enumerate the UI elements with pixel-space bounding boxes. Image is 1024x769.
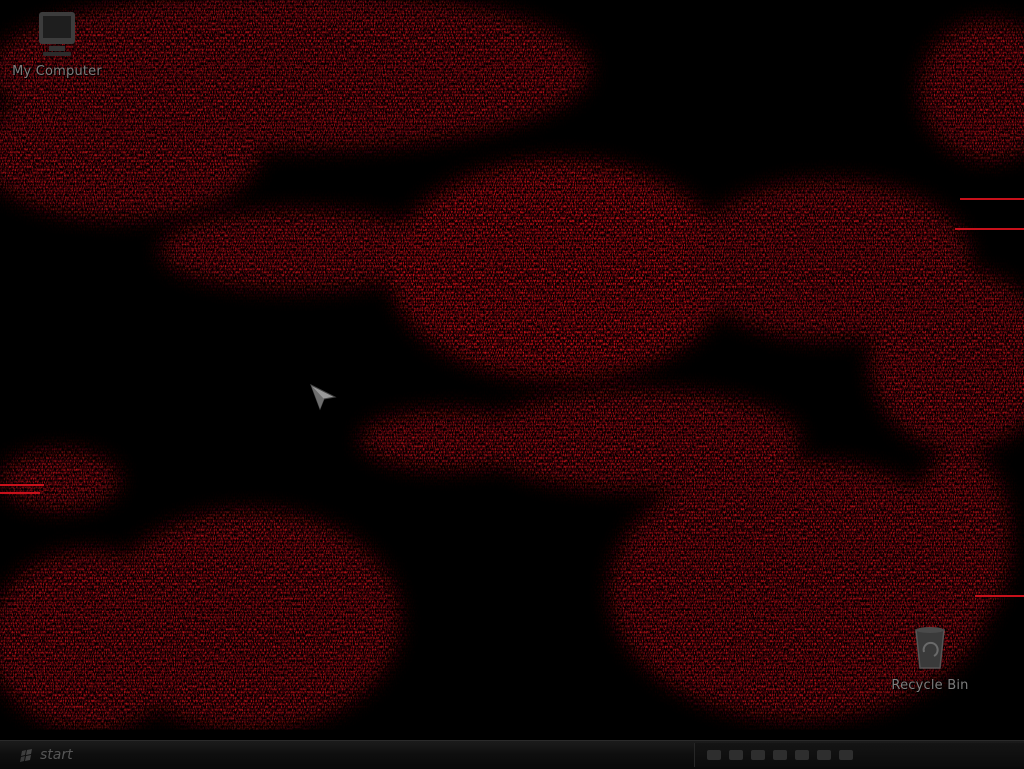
system-tray: [694, 743, 1024, 767]
tray-app-icon-4[interactable]: [773, 750, 787, 760]
tray-app-icon-3[interactable]: [751, 750, 765, 760]
recycle-bin-icon: [915, 627, 945, 669]
tray-app-icon-1[interactable]: [707, 750, 721, 760]
desktop-icon-recycle-bin[interactable]: Recycle Bin: [875, 622, 985, 693]
tray-app-icon-7[interactable]: [839, 750, 853, 760]
arrow-cursor-icon: [310, 383, 337, 411]
desktop-wallpaper: [0, 0, 1024, 740]
computer-icon: [39, 12, 75, 56]
start-button[interactable]: start: [6, 744, 86, 766]
tray-app-icon-5[interactable]: [795, 750, 809, 760]
windows-logo-icon: [20, 749, 32, 762]
desktop-icon-my-computer[interactable]: My Computer: [2, 8, 112, 79]
taskbar: start: [0, 740, 1024, 769]
tray-app-icon-6[interactable]: [817, 750, 831, 760]
recycle-bin-label: Recycle Bin: [891, 678, 969, 693]
start-label: start: [40, 747, 73, 763]
my-computer-label: My Computer: [12, 64, 102, 79]
tray-app-icon-2[interactable]: [729, 750, 743, 760]
